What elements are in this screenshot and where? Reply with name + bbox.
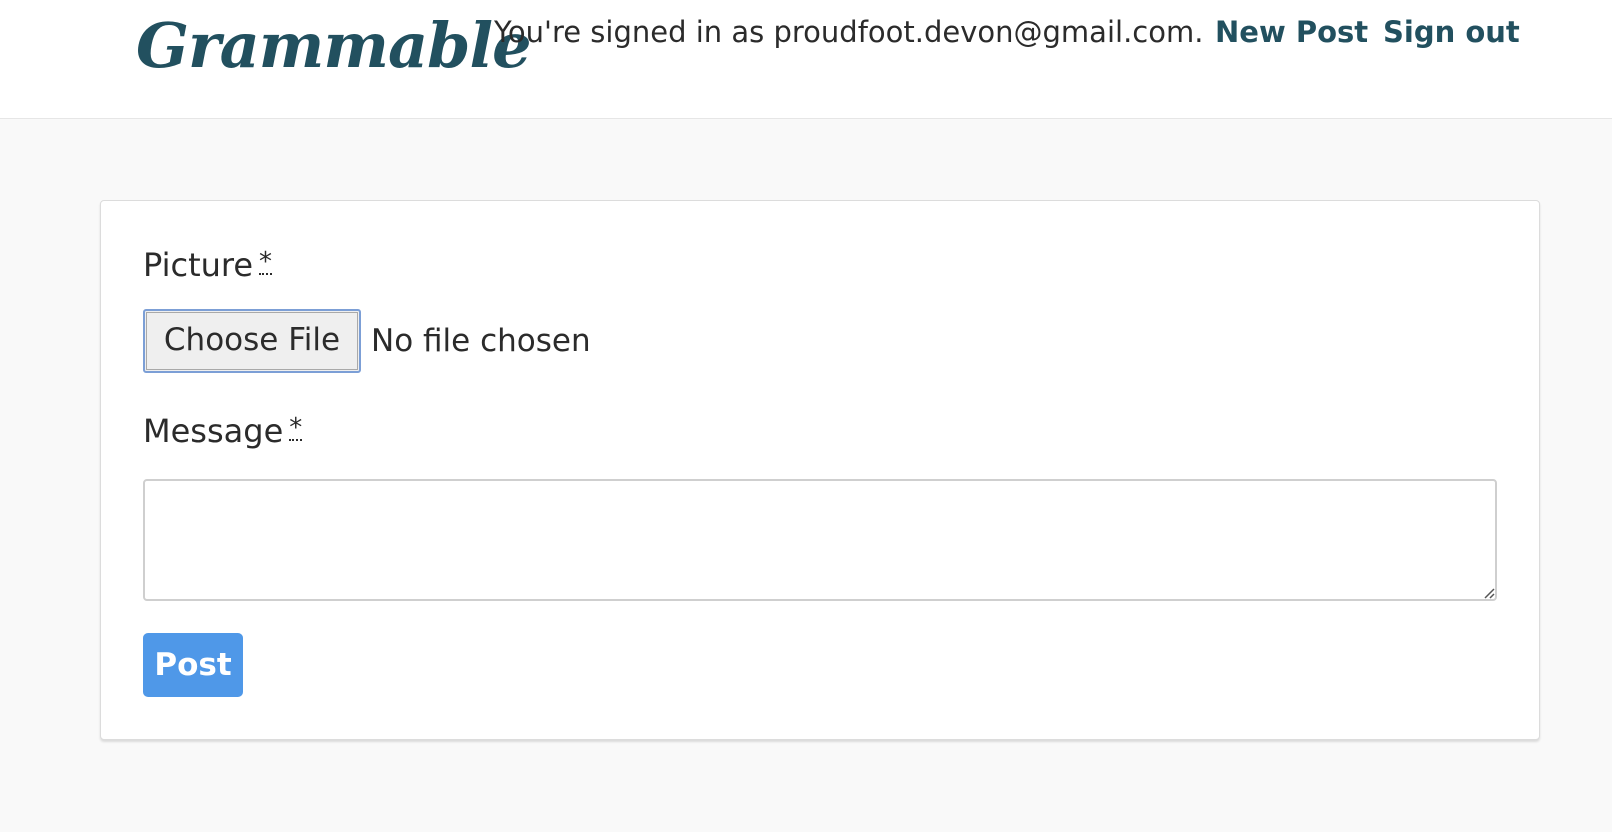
new-post-link[interactable]: New Post [1215, 12, 1368, 52]
file-status-text: No file chosen [371, 323, 591, 359]
message-label: Message * [143, 411, 303, 451]
picture-label: Picture * [143, 245, 273, 285]
brand-logo[interactable]: Grammable [136, 6, 532, 86]
picture-label-text: Picture [143, 246, 254, 284]
picture-required-marker: * [259, 247, 273, 277]
message-label-text: Message [143, 412, 284, 450]
signed-in-status: You're signed in as proudfoot.devon@gmai… [494, 15, 1204, 49]
sign-out-link[interactable]: Sign out [1383, 12, 1520, 52]
message-textarea[interactable] [143, 479, 1497, 601]
resize-grip-icon[interactable] [1483, 587, 1495, 599]
post-submit-button[interactable]: Post [143, 633, 243, 697]
new-post-form-card: Picture * Choose File No file chosen Mess… [100, 200, 1540, 740]
top-navbar: Grammable You're signed in as proudfoot.… [0, 0, 1612, 119]
choose-file-button[interactable]: Choose File [143, 309, 361, 373]
message-required-marker: * [289, 413, 303, 443]
